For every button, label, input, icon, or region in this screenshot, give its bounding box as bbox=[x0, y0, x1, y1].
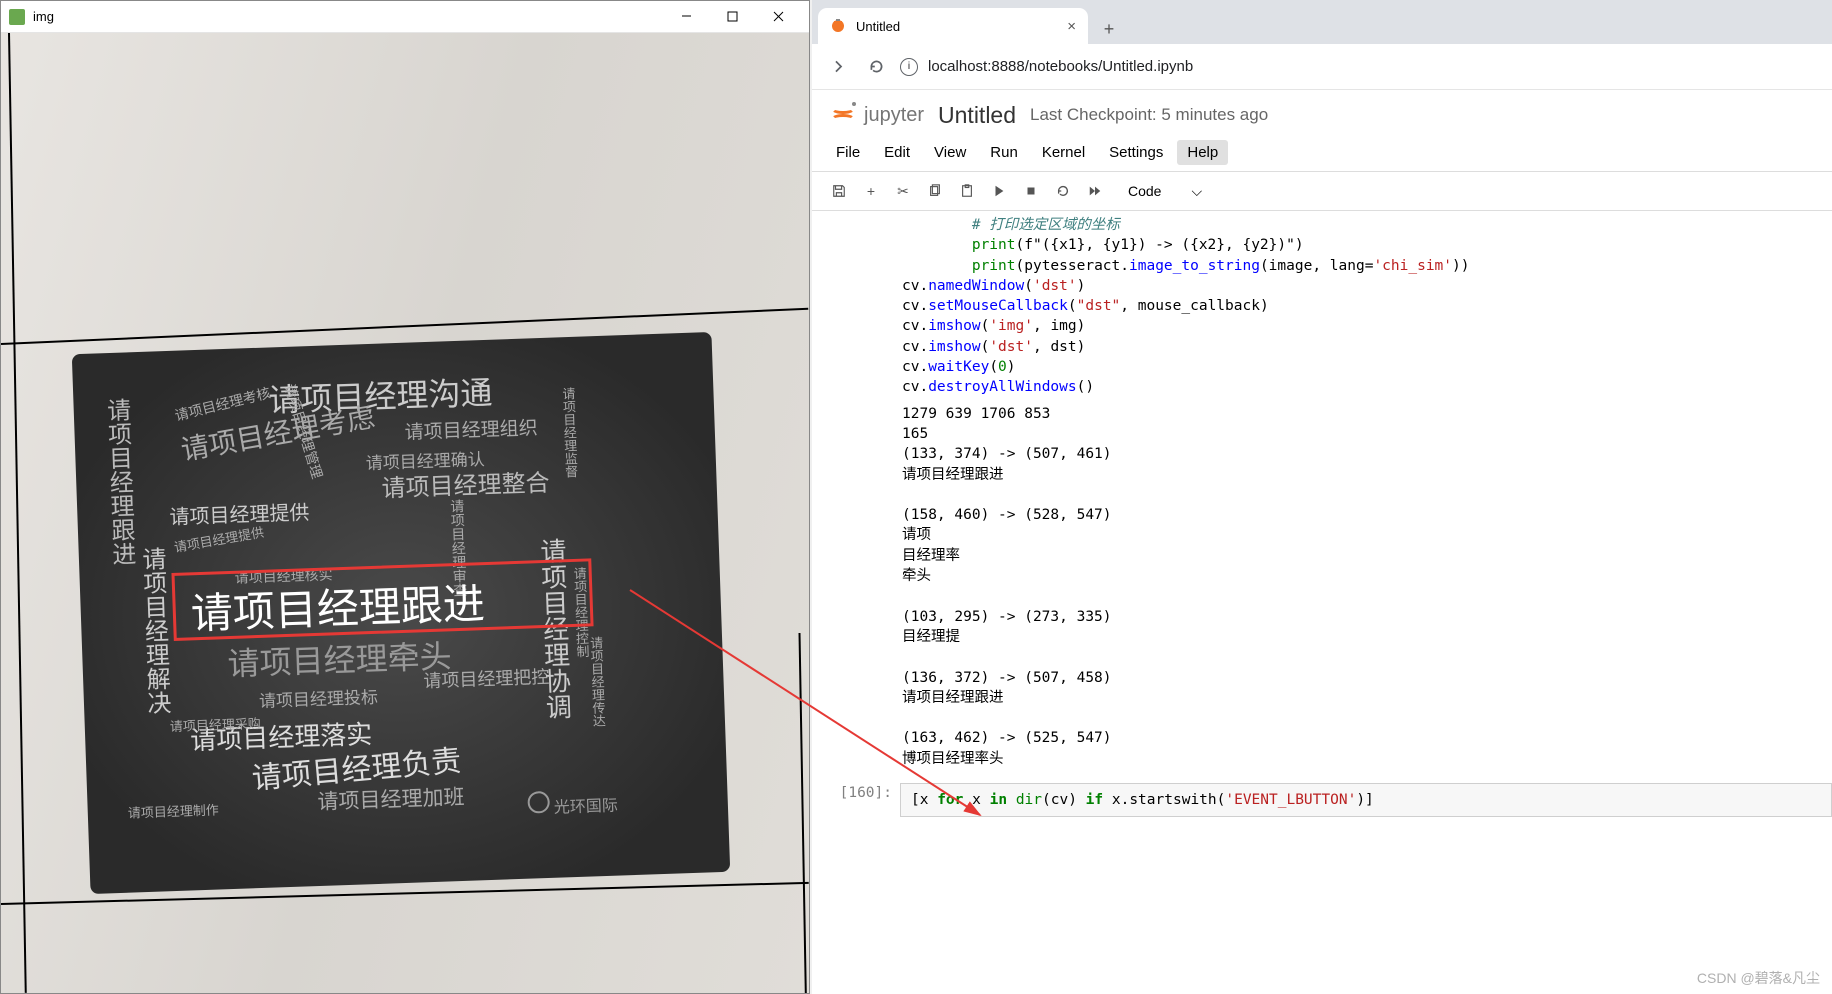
menu-view[interactable]: View bbox=[924, 140, 976, 165]
mousepad-image: 请项目经理沟通 请项目经理组织 请项目经理考虑 请项目经理确认 请项目经理整合 … bbox=[72, 332, 730, 894]
cell-output: 1279 639 1706 853 165 (133, 374) -> (507… bbox=[902, 404, 1832, 769]
code-line: cv.destroyAllWindows() bbox=[902, 377, 1832, 397]
code-line: cv.waitKey(0) bbox=[902, 357, 1832, 377]
cv-titlebar: img bbox=[1, 1, 809, 33]
cv-image-content[interactable]: 请项目经理沟通 请项目经理组织 请项目经理考虑 请项目经理确认 请项目经理整合 … bbox=[1, 33, 809, 993]
jupyter-menubar: File Edit View Run Kernel Settings Help bbox=[812, 134, 1832, 172]
cell-code[interactable]: [x for x in dir(cv) if x.startswith('EVE… bbox=[900, 783, 1832, 817]
menu-edit[interactable]: Edit bbox=[874, 140, 920, 165]
cell-type-select[interactable]: Code⌵ bbox=[1122, 181, 1208, 202]
code-line: cv.setMouseCallback("dst", mouse_callbac… bbox=[902, 296, 1832, 316]
menu-file[interactable]: File bbox=[826, 140, 870, 165]
watermark: CSDN @碧落&凡尘 bbox=[1697, 968, 1820, 988]
url-text: localhost:8888/notebooks/Untitled.ipynb bbox=[928, 58, 1193, 75]
opencv-app-icon bbox=[9, 9, 25, 25]
menu-run[interactable]: Run bbox=[980, 140, 1028, 165]
menu-kernel[interactable]: Kernel bbox=[1032, 140, 1095, 165]
new-tab-button[interactable]: + bbox=[1094, 14, 1124, 44]
minimize-button[interactable] bbox=[663, 2, 709, 32]
code-line: print(f"({x1}, {y1}) -> ({x2}, {y2})") bbox=[902, 235, 1832, 255]
browser-addr-bar: i localhost:8888/notebooks/Untitled.ipyn… bbox=[812, 44, 1832, 90]
jupyter-tab-icon bbox=[830, 18, 846, 34]
code-line: # 打印选定区域的坐标 bbox=[902, 215, 1832, 235]
reload-button[interactable] bbox=[862, 53, 890, 81]
code-line: cv.namedWindow('dst') bbox=[902, 276, 1832, 296]
close-button[interactable] bbox=[755, 2, 801, 32]
browser-tab[interactable]: Untitled × bbox=[818, 8, 1088, 44]
browser-window: Untitled × + i localhost:8888/notebooks/… bbox=[812, 0, 1832, 994]
paste-icon[interactable] bbox=[952, 176, 982, 206]
code-line: print(pytesseract.image_to_string(image,… bbox=[902, 256, 1832, 276]
jupyter-toolbar: + ✂ Code⌵ bbox=[812, 172, 1832, 211]
restart-run-all-icon[interactable] bbox=[1080, 176, 1110, 206]
tab-close-icon[interactable]: × bbox=[1067, 18, 1076, 35]
restart-icon[interactable] bbox=[1048, 176, 1078, 206]
opencv-window: img 请项目经理沟通 请项目经理组织 请项目经理考虑 请项目经理确认 请项目经… bbox=[0, 0, 810, 994]
code-line: cv.imshow('dst', dst) bbox=[902, 337, 1832, 357]
menu-settings[interactable]: Settings bbox=[1099, 140, 1173, 165]
mousepad-logo: 光环国际 bbox=[527, 789, 618, 819]
checkpoint-text: Last Checkpoint: 5 minutes ago bbox=[1030, 105, 1268, 125]
notebook-area[interactable]: # 打印选定区域的坐标 print(f"({x1}, {y1}) -> ({x2… bbox=[812, 211, 1832, 994]
chevron-down-icon: ⌵ bbox=[1191, 183, 1202, 200]
maximize-button[interactable] bbox=[709, 2, 755, 32]
jupyter-logo[interactable]: jupyter bbox=[828, 100, 924, 130]
url-box[interactable]: i localhost:8888/notebooks/Untitled.ipyn… bbox=[900, 58, 1820, 76]
add-cell-icon[interactable]: + bbox=[856, 176, 886, 206]
cv-window-title: img bbox=[33, 9, 663, 24]
site-info-icon[interactable]: i bbox=[900, 58, 918, 76]
jupyter-header: jupyter Untitled Last Checkpoint: 5 minu… bbox=[812, 90, 1832, 134]
cell-prompt: [160]: bbox=[834, 783, 892, 817]
browser-tabstrip: Untitled × + bbox=[812, 0, 1832, 44]
code-cell[interactable]: [160]: [x for x in dir(cv) if x.startswi… bbox=[902, 783, 1832, 817]
menu-help[interactable]: Help bbox=[1177, 140, 1228, 165]
tab-title: Untitled bbox=[856, 19, 900, 34]
copy-icon[interactable] bbox=[920, 176, 950, 206]
notebook-title[interactable]: Untitled bbox=[938, 102, 1016, 129]
forward-button[interactable] bbox=[824, 53, 852, 81]
stop-icon[interactable] bbox=[1016, 176, 1046, 206]
roi-selection-box bbox=[171, 558, 593, 641]
run-icon[interactable] bbox=[984, 176, 1014, 206]
save-icon[interactable] bbox=[824, 176, 854, 206]
cut-icon[interactable]: ✂ bbox=[888, 176, 918, 206]
code-line: cv.imshow('img', img) bbox=[902, 316, 1832, 336]
